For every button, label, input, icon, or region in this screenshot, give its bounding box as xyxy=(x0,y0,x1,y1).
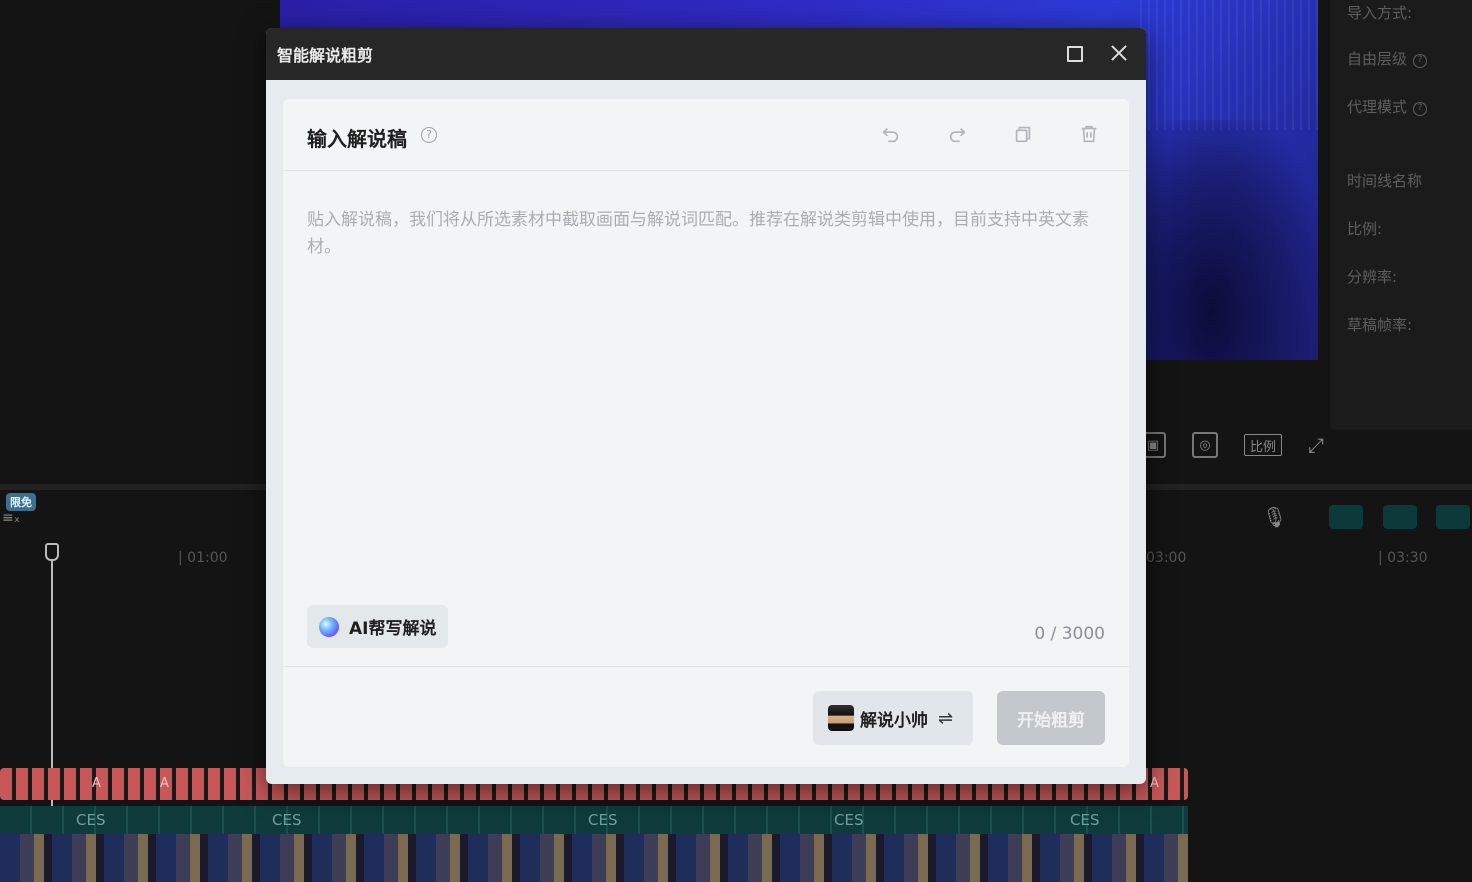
video-clip-label: CES xyxy=(1070,811,1100,829)
free-badge: 限免 xyxy=(6,493,36,511)
prop-framerate: 草稿帧率: xyxy=(1347,316,1413,334)
script-panel: 输入解说稿 ? AI帮写解说 0 / 3000 xyxy=(283,99,1129,767)
link-icon[interactable] xyxy=(1329,505,1363,529)
close-icon[interactable] xyxy=(1106,40,1132,66)
avatar xyxy=(828,705,854,731)
script-input[interactable] xyxy=(307,207,1107,507)
preview-toolbar: ▣ ◎ 比例 ⤢ xyxy=(1140,432,1324,458)
preview-axis-icon[interactable] xyxy=(1436,505,1470,529)
video-clip-label: CES xyxy=(76,811,106,829)
swap-icon: ⇌ xyxy=(938,707,954,729)
video-clip-label: CES xyxy=(588,811,618,829)
ai-write-label: AI帮写解说 xyxy=(349,619,437,639)
ruler-tick: | 01:00 xyxy=(178,550,228,566)
ratio-button[interactable]: 比例 xyxy=(1244,434,1282,456)
playhead-handle[interactable] xyxy=(45,543,59,561)
start-rough-cut-button[interactable]: 开始粗剪 xyxy=(997,691,1105,745)
copy-icon[interactable] xyxy=(1011,122,1035,146)
dialog-header[interactable]: 智能解说粗剪 xyxy=(266,28,1146,80)
fullscreen-icon[interactable]: ⤢ xyxy=(1308,433,1324,457)
undo-icon[interactable] xyxy=(879,122,903,146)
prop-ratio: 比例: xyxy=(1347,220,1383,238)
prop-resolution: 分辨率: xyxy=(1347,268,1398,286)
smart-narration-dialog: 智能解说粗剪 输入解说稿 ? 贴入解说稿，我们将从所选素材中截取画面与解说词匹配… xyxy=(266,28,1146,784)
prop-import-mode: 导入方式: xyxy=(1347,4,1413,22)
footer-divider xyxy=(283,666,1129,667)
ruler-tick: 03:00 xyxy=(1146,550,1187,566)
redo-icon[interactable] xyxy=(945,122,969,146)
zoom-fit-icon[interactable]: ◎ xyxy=(1192,432,1218,458)
voice-label: 解说小帅 xyxy=(860,710,928,731)
microphone-icon[interactable]: 🎙 xyxy=(1262,505,1287,529)
prop-timeline-name: 时间线名称 xyxy=(1347,172,1423,190)
maximize-icon[interactable] xyxy=(1067,46,1083,62)
help-icon[interactable]: ? xyxy=(421,127,437,143)
properties-panel: 导入方式: 自由层级? 代理模式? 时间线名称 比例: 分辨率: 草稿帧率: xyxy=(1330,0,1472,430)
help-icon[interactable]: ? xyxy=(1413,102,1428,116)
ai-orb-icon xyxy=(319,616,339,637)
audio-clip-label: A xyxy=(92,776,101,791)
clear-icon[interactable]: ≡ₓ xyxy=(2,510,20,526)
prop-free-layer[interactable]: 自由层级? xyxy=(1347,48,1428,69)
panel-title: 输入解说稿 xyxy=(307,127,407,151)
editor-tools xyxy=(879,122,1101,146)
audio-clip-label: A xyxy=(1150,776,1159,791)
snap-icon[interactable] xyxy=(1383,505,1417,529)
video-clip-label: CES xyxy=(272,811,302,829)
panel-header: 输入解说稿 ? xyxy=(283,99,1129,171)
char-counter: 0 / 3000 xyxy=(1034,624,1105,644)
ai-write-button[interactable]: AI帮写解说 xyxy=(307,605,449,648)
video-clip-label: CES xyxy=(834,811,864,829)
audio-clip-label: A xyxy=(160,776,169,791)
trash-icon[interactable] xyxy=(1077,122,1101,146)
prop-proxy-mode[interactable]: 代理模式? xyxy=(1347,96,1428,117)
dialog-title: 智能解说粗剪 xyxy=(277,46,374,65)
video-thumbnails xyxy=(0,834,1188,882)
ruler-tick: | 03:30 xyxy=(1378,550,1428,566)
preview-graphic xyxy=(1140,0,1318,130)
video-track[interactable]: CES CES CES CES CES xyxy=(0,806,1188,882)
voice-select-button[interactable]: 解说小帅 ⇌ xyxy=(813,691,973,745)
help-icon[interactable]: ? xyxy=(1413,54,1428,68)
